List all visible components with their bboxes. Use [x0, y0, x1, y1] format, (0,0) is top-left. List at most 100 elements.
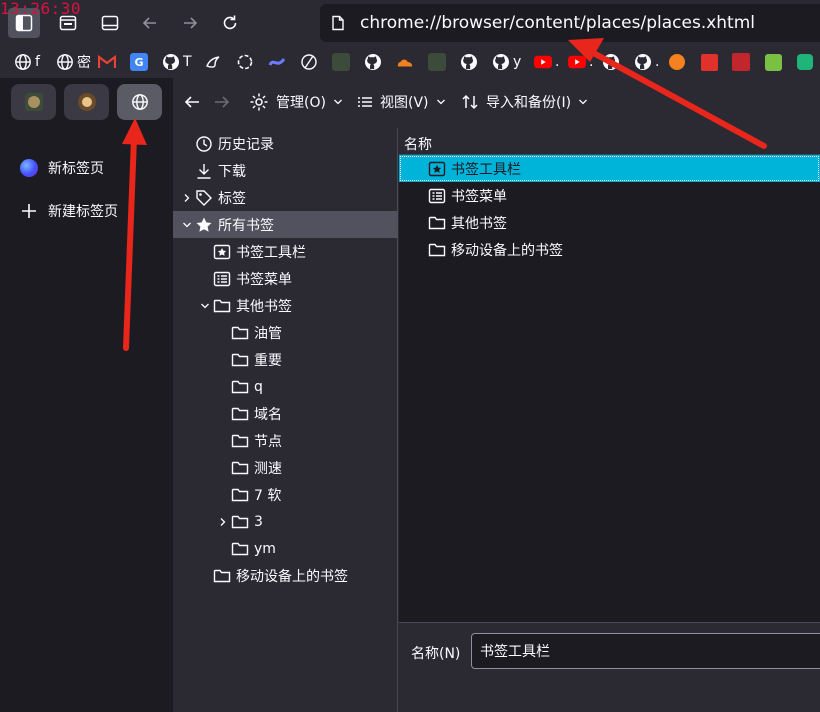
- bookmark-toolbar-icon: [427, 159, 447, 179]
- pinned-tab-1[interactable]: [11, 84, 56, 120]
- bookmark-item[interactable]: [602, 52, 620, 72]
- chevron-right-icon[interactable]: [180, 193, 194, 203]
- vertical-tabs-sidebar: 新标签页 新建标签页: [0, 78, 172, 712]
- tree-item[interactable]: 域名: [173, 400, 398, 427]
- tree-item[interactable]: 节点: [173, 427, 398, 454]
- bookmark-item[interactable]: T: [162, 52, 192, 72]
- tab-list-button[interactable]: [94, 8, 126, 38]
- youtube-icon: [534, 53, 552, 71]
- tree-item[interactable]: 测速: [173, 454, 398, 481]
- back-arrow-icon: [142, 17, 156, 29]
- folder-icon: [427, 213, 447, 233]
- bookmark-item[interactable]: [236, 52, 254, 72]
- tree-item[interactable]: ym: [173, 535, 398, 562]
- bookmark-item[interactable]: .: [634, 52, 659, 72]
- bookmark-item[interactable]: [732, 52, 750, 72]
- import-backup-label: 导入和备份(I): [486, 95, 572, 111]
- column-header-name[interactable]: 名称: [399, 128, 820, 155]
- github-icon: [162, 53, 180, 71]
- tree-item[interactable]: 标签: [173, 184, 398, 211]
- tree-item-label: 3: [254, 513, 263, 530]
- chevron-down-icon[interactable]: [180, 220, 194, 230]
- tree-item-label: 重要: [254, 352, 282, 369]
- pinned-tab-2[interactable]: [64, 84, 109, 120]
- bookmark-item[interactable]: f: [14, 52, 40, 72]
- bookmark-item[interactable]: 密: [56, 52, 91, 72]
- bookmark-item[interactable]: .: [568, 52, 593, 72]
- bookmark-item[interactable]: [268, 52, 286, 72]
- bookmark-item[interactable]: [460, 52, 478, 72]
- views-menu-button[interactable]: 视图(V): [357, 92, 446, 112]
- tree-item[interactable]: 3: [173, 508, 398, 535]
- content-row-label: 其他书签: [451, 215, 507, 232]
- tree-item[interactable]: 油管: [173, 319, 398, 346]
- library-window: 管理(O) 视图(V) 导入和备份(I) 历史记录 下载 标签 所有书签 书签工具栏 书签…: [173, 78, 820, 712]
- translate-icon: G: [130, 53, 148, 71]
- bookmark-item[interactable]: [300, 52, 318, 72]
- bookmark-item[interactable]: [204, 52, 222, 72]
- content-row[interactable]: 书签工具栏: [399, 155, 820, 182]
- tree-item[interactable]: 所有书签: [173, 211, 398, 238]
- bookmark-item[interactable]: [98, 52, 116, 72]
- folder-icon: [212, 296, 232, 316]
- bookmark-item[interactable]: [332, 52, 350, 72]
- sidebar-item-new-tab[interactable]: 新建标签页: [20, 199, 118, 223]
- tree-item[interactable]: 历史记录: [173, 130, 398, 157]
- slash-icon: [300, 53, 318, 71]
- pinned-tab-library[interactable]: [117, 84, 162, 120]
- url-bar[interactable]: chrome://browser/content/places/places.x…: [320, 4, 820, 42]
- tree-item[interactable]: 书签工具栏: [173, 238, 398, 265]
- bookmark-item[interactable]: [700, 52, 718, 72]
- name-field[interactable]: [471, 633, 820, 669]
- sidebar-item-label: 新标签页: [48, 161, 104, 177]
- folder-icon: [230, 458, 250, 478]
- library-forward-button[interactable]: [213, 93, 231, 111]
- github-icon: [634, 53, 652, 71]
- content-row-label: 书签工具栏: [451, 161, 521, 178]
- folder-icon: [230, 404, 250, 424]
- library-back-button[interactable]: [183, 93, 201, 111]
- bookmark-item[interactable]: G: [130, 52, 148, 72]
- tree-item[interactable]: 其他书签: [173, 292, 398, 319]
- tree-item[interactable]: 重要: [173, 346, 398, 373]
- content-row[interactable]: 其他书签: [399, 209, 820, 236]
- star-icon: [194, 215, 214, 235]
- back-arrow-icon: [184, 96, 199, 108]
- tree-item[interactable]: q: [173, 373, 398, 400]
- tree-item-label: 域名: [254, 406, 282, 423]
- chevron-down-icon: [333, 99, 342, 105]
- bookmark-item[interactable]: [396, 52, 414, 72]
- reload-button[interactable]: [214, 8, 246, 38]
- page-icon: [332, 15, 344, 31]
- openai-icon: [236, 53, 254, 71]
- bookmark-item[interactable]: [764, 52, 782, 72]
- bookmark-item[interactable]: .: [534, 52, 559, 72]
- bookmark-item[interactable]: [668, 52, 686, 72]
- back-button[interactable]: [134, 8, 166, 38]
- bookmark-item[interactable]: [796, 52, 814, 72]
- chevron-right-icon[interactable]: [216, 517, 230, 527]
- folder-icon: [230, 323, 250, 343]
- forward-arrow-icon: [215, 96, 230, 108]
- chevron-down-icon[interactable]: [198, 301, 212, 311]
- forward-button[interactable]: [174, 8, 206, 38]
- manage-menu-button[interactable]: 管理(O): [249, 92, 343, 112]
- bookmark-item[interactable]: y: [492, 52, 521, 72]
- tree-item[interactable]: 书签菜单: [173, 265, 398, 292]
- tree-item[interactable]: 下载: [173, 157, 398, 184]
- sidebar-item-new-tab-page[interactable]: 新标签页: [20, 156, 104, 180]
- clock-overlay: 13:26:30: [0, 0, 82, 18]
- content-row[interactable]: 移动设备上的书签: [399, 236, 820, 263]
- views-label: 视图(V): [380, 95, 429, 111]
- bookmarks-toolbar: f 密 G Ty...: [0, 46, 820, 78]
- globe-icon: [56, 53, 74, 71]
- tree-item[interactable]: 移动设备上的书签: [173, 562, 398, 589]
- import-backup-menu-button[interactable]: 导入和备份(I): [461, 92, 588, 112]
- tree-item[interactable]: 7 软: [173, 481, 398, 508]
- url-text[interactable]: chrome://browser/content/places/places.x…: [360, 13, 755, 33]
- food-icon: [77, 93, 96, 111]
- content-row[interactable]: 书签菜单: [399, 182, 820, 209]
- bookmark-item[interactable]: [428, 52, 446, 72]
- youtube-icon: [568, 53, 586, 71]
- bookmark-item[interactable]: [364, 52, 382, 72]
